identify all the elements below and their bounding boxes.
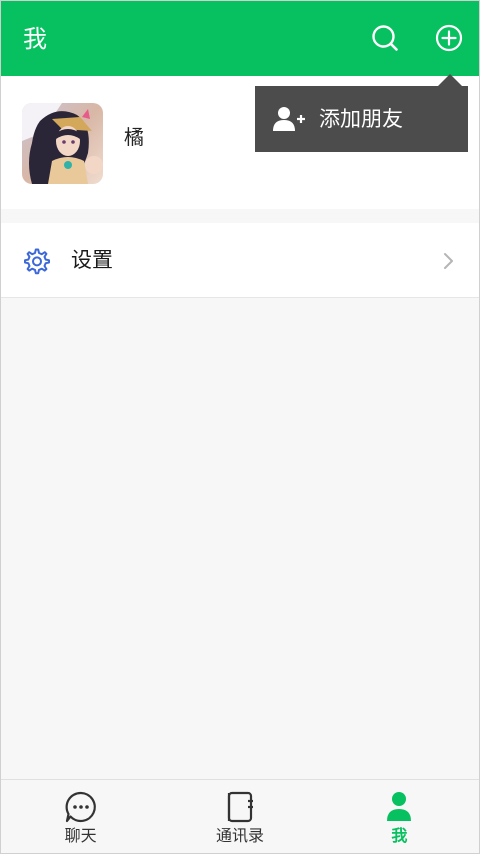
tab-label: 我 bbox=[391, 826, 408, 845]
tab-me[interactable]: 我 bbox=[320, 780, 479, 853]
popup-item-label: 添加朋友 bbox=[319, 107, 403, 131]
search-icon bbox=[372, 25, 398, 51]
tab-chat[interactable]: 聊天 bbox=[1, 780, 160, 853]
settings-row[interactable]: 设置 bbox=[1, 223, 479, 298]
add-user-icon bbox=[273, 107, 305, 131]
chat-icon bbox=[65, 791, 96, 823]
tab-label: 聊天 bbox=[64, 826, 97, 845]
page-title: 我 bbox=[23, 25, 47, 53]
avatar[interactable] bbox=[22, 103, 103, 184]
tab-contacts[interactable]: 通讯录 bbox=[160, 780, 319, 853]
chevron-right-icon bbox=[444, 253, 453, 269]
section-gap bbox=[1, 209, 479, 223]
search-button[interactable] bbox=[368, 21, 402, 55]
add-button[interactable] bbox=[432, 21, 466, 55]
settings-label: 设置 bbox=[71, 248, 113, 272]
gear-icon bbox=[24, 248, 50, 275]
app-header: 我 bbox=[1, 1, 479, 76]
profile-name: 橘 bbox=[124, 125, 144, 149]
person-icon bbox=[387, 792, 412, 821]
plus-circle-icon bbox=[435, 24, 463, 52]
popup-item-add-friend[interactable]: 添加朋友 bbox=[255, 86, 468, 152]
popup-arrow bbox=[438, 74, 462, 86]
contacts-icon bbox=[227, 791, 253, 823]
tab-label: 通讯录 bbox=[215, 826, 264, 845]
bottom-tabbar: 聊天 通讯录 我 bbox=[1, 779, 479, 853]
